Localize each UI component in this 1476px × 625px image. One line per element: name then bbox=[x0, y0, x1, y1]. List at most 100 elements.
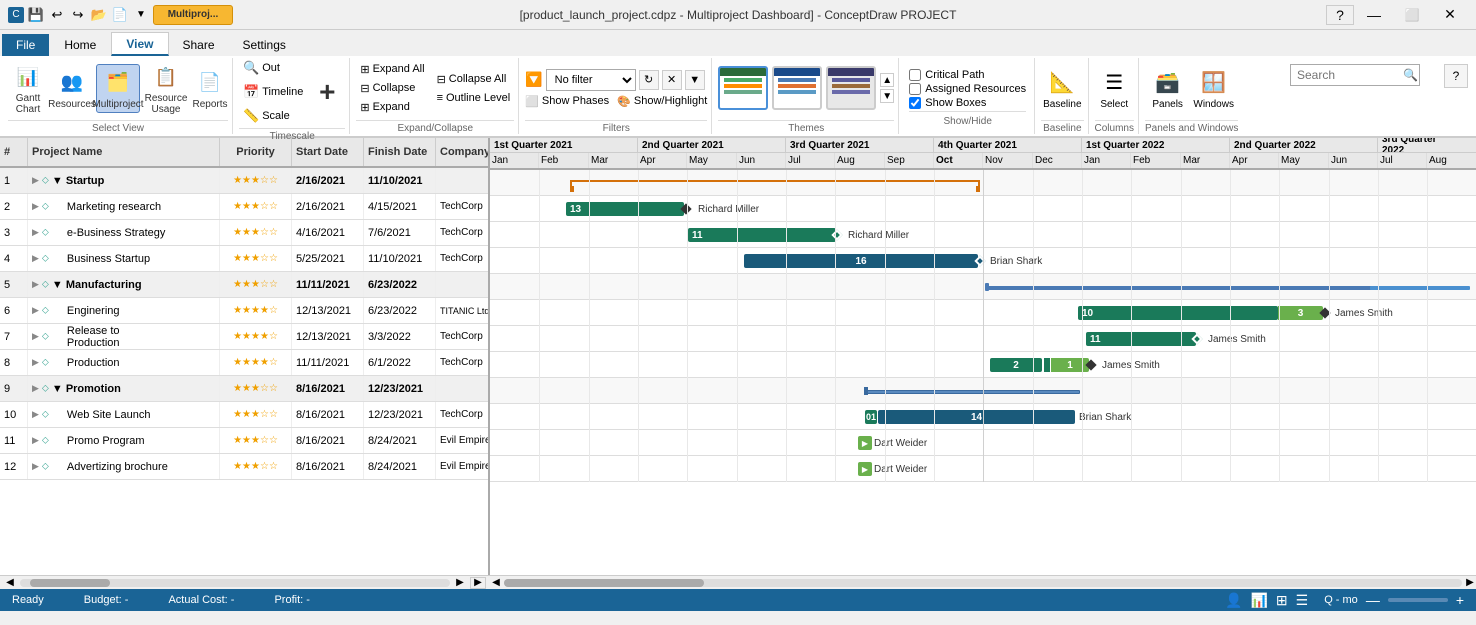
cell-company: TechCorp bbox=[436, 246, 488, 271]
gantt-bar-business[interactable]: 16 bbox=[744, 254, 978, 268]
table-row[interactable]: 4 ▶ ⬦ Business Startup ★★★☆☆ 5/25/2021 1… bbox=[0, 246, 488, 272]
gantt-row-1 bbox=[490, 170, 1476, 196]
show-phases-btn[interactable]: ⬜Show Phases bbox=[525, 95, 609, 108]
status-resource-btn[interactable]: 👤 bbox=[1225, 592, 1242, 609]
timescale-out-btn[interactable]: 🔍Out bbox=[239, 58, 307, 78]
gantt-bar-engineering[interactable]: 10 bbox=[1078, 306, 1278, 320]
gantt-bar-website[interactable]: 14 bbox=[878, 410, 1075, 424]
scroll-right-btn[interactable]: ▶ bbox=[454, 578, 466, 588]
critical-path-checkbox[interactable] bbox=[909, 69, 921, 81]
expand-panel-btn[interactable]: ▶ bbox=[470, 577, 486, 589]
qat-open[interactable]: 📂 bbox=[90, 6, 108, 24]
status-list-btn[interactable]: ☰ bbox=[1296, 592, 1309, 609]
qat-save[interactable]: 💾 bbox=[27, 6, 45, 24]
tab-settings[interactable]: Settings bbox=[229, 34, 300, 56]
scroll-left-btn[interactable]: ◀ bbox=[4, 578, 16, 588]
qat-undo[interactable]: ↩ bbox=[48, 6, 66, 24]
table-row[interactable]: 10 ▶ ⬦ Web Site Launch ★★★☆☆ 8/16/2021 1… bbox=[0, 402, 488, 428]
baseline-btn[interactable]: 📐 Baseline bbox=[1041, 65, 1083, 112]
assigned-resources-checkbox[interactable] bbox=[909, 83, 921, 95]
zoom-slider[interactable] bbox=[1388, 598, 1448, 602]
tab-view[interactable]: View bbox=[111, 32, 168, 56]
zoom-in-status-btn[interactable]: + bbox=[1456, 592, 1464, 608]
gantt-chart-btn[interactable]: 📊 Gantt Chart bbox=[8, 59, 48, 117]
qat-new[interactable]: 📄 bbox=[111, 6, 129, 24]
gantt-bar-release[interactable]: 11 bbox=[1086, 332, 1196, 346]
theme-2-btn[interactable] bbox=[772, 66, 822, 110]
quarter-label: 2nd Quarter 2021 bbox=[638, 138, 786, 152]
month-label: May bbox=[687, 153, 737, 168]
show-highlight-btn[interactable]: 🎨Show/Highlight bbox=[617, 95, 707, 108]
gantt-bar-marketing[interactable]: 13 bbox=[566, 202, 684, 216]
tab-home[interactable]: Home bbox=[49, 34, 111, 56]
close-btn[interactable]: ✕ bbox=[1432, 5, 1468, 25]
qat-redo[interactable]: ↪ bbox=[69, 6, 87, 24]
reports-btn[interactable]: 📄 Reports bbox=[192, 65, 228, 112]
cell-num: 3 bbox=[0, 220, 28, 245]
timescale-timeline-btn[interactable]: 📅Timeline bbox=[239, 82, 307, 102]
month-label: Jan bbox=[1082, 153, 1131, 168]
cell-finish: 8/24/2021 bbox=[364, 428, 436, 453]
zoom-in-btn[interactable]: + bbox=[309, 66, 345, 118]
gantt-scroll-left-btn[interactable]: ◀ bbox=[490, 578, 502, 588]
status-chart-btn[interactable]: 📊 bbox=[1250, 592, 1267, 609]
filter-options-btn[interactable]: ▼ bbox=[685, 70, 705, 90]
gantt-bar-production[interactable]: 2 bbox=[990, 358, 1042, 372]
windows-btn[interactable]: 🪟 Windows bbox=[1192, 65, 1236, 112]
collapse-all-btn[interactable]: ⊟Collapse All bbox=[433, 71, 515, 88]
gantt-bar-ebusiness[interactable]: 11 bbox=[688, 228, 836, 242]
table-row[interactable]: 6 ▶ ⬦ Enginering ★★★★☆ 12/13/2021 6/23/2… bbox=[0, 298, 488, 324]
clear-filter-btn[interactable]: ✕ bbox=[662, 70, 682, 90]
col-header-num: # bbox=[0, 138, 28, 166]
table-row[interactable]: 9 ▶ ⬦ ▼ Promotion ★★★☆☆ 8/16/2021 12/23/… bbox=[0, 376, 488, 402]
themes-scroll-btn[interactable]: ▲ ▼ bbox=[880, 73, 894, 103]
minimize-btn[interactable]: — bbox=[1356, 5, 1392, 25]
cell-num: 2 bbox=[0, 194, 28, 219]
select-btn[interactable]: ☰ Select bbox=[1096, 65, 1132, 112]
table-row[interactable]: 12 ▶ ⬦ Advertizing brochure ★★★☆☆ 8/16/2… bbox=[0, 454, 488, 480]
gantt-scroll-right-btn[interactable]: ▶ bbox=[1464, 578, 1476, 588]
theme-1-btn[interactable] bbox=[718, 66, 768, 110]
status-budget: Budget: - bbox=[84, 594, 129, 606]
expand-btn[interactable]: ⊞Expand bbox=[356, 99, 428, 116]
h-scrollbar-track[interactable] bbox=[20, 579, 450, 587]
qat-more[interactable]: ▼ bbox=[132, 6, 150, 24]
timescale-scale-btn[interactable]: 📏Scale bbox=[239, 106, 307, 126]
tab-share[interactable]: Share bbox=[169, 34, 229, 56]
show-boxes-checkbox[interactable] bbox=[909, 97, 921, 109]
gantt-h-scrollbar-thumb[interactable] bbox=[504, 579, 704, 587]
month-label: Jan bbox=[490, 153, 539, 168]
cell-name: ▶ ⬦ Production bbox=[28, 350, 220, 375]
outline-level-btn[interactable]: ≡Outline Level bbox=[433, 90, 515, 106]
table-row[interactable]: 2 ▶ ⬦ Marketing research ★★★☆☆ 2/16/2021… bbox=[0, 194, 488, 220]
search-help-icon[interactable]: ? bbox=[1444, 64, 1468, 88]
scrollbar-area: ◀ ▶ ▶ ◀ ▶ bbox=[0, 575, 1476, 589]
filter-select[interactable]: No filter bbox=[546, 69, 636, 91]
month-label: Jun bbox=[737, 153, 786, 168]
resource-usage-btn[interactable]: 📋 Resource Usage bbox=[144, 59, 188, 117]
resources-btn[interactable]: 👥 Resources bbox=[52, 65, 92, 112]
zoom-out-btn[interactable]: — bbox=[1366, 592, 1380, 608]
table-row[interactable]: 7 ▶ ⬦ Release toProduction ★★★★☆ 12/13/2… bbox=[0, 324, 488, 350]
table-row[interactable]: 3 ▶ ⬦ e-Business Strategy ★★★☆☆ 4/16/202… bbox=[0, 220, 488, 246]
refresh-filter-btn[interactable]: ↻ bbox=[639, 70, 659, 90]
h-scrollbar-thumb[interactable] bbox=[30, 579, 110, 587]
status-grid-btn[interactable]: ⊞ bbox=[1276, 592, 1288, 609]
gantt-h-scrollbar-track[interactable] bbox=[504, 579, 1462, 587]
collapse-btn[interactable]: ⊟Collapse bbox=[356, 80, 428, 97]
cell-priority: ★★★☆☆ bbox=[220, 220, 292, 245]
search-input[interactable] bbox=[1290, 64, 1420, 86]
multiproject-btn[interactable]: 🗂️ Multiproject bbox=[96, 64, 140, 113]
panels-btn[interactable]: 🗃️ Panels bbox=[1148, 65, 1188, 112]
restore-btn[interactable]: ⬜ bbox=[1394, 5, 1430, 25]
theme-3-btn[interactable] bbox=[826, 66, 876, 110]
columns-label: Columns bbox=[1095, 120, 1134, 134]
table-row[interactable]: 8 ▶ ⬦ Production ★★★★☆ 11/11/2021 6/1/20… bbox=[0, 350, 488, 376]
table-row[interactable]: 11 ▶ ⬦ Promo Program ★★★☆☆ 8/16/2021 8/2… bbox=[0, 428, 488, 454]
table-row[interactable]: 5 ▶ ⬦ ▼ Manufacturing ★★★☆☆ 11/11/2021 6… bbox=[0, 272, 488, 298]
table-row[interactable]: 1 ▶ ⬦ ▼ Startup ★★★☆☆ 2/16/2021 11/10/20… bbox=[0, 168, 488, 194]
help-btn[interactable]: ? bbox=[1326, 5, 1354, 25]
qat-multiproject[interactable]: Multiproj... bbox=[153, 5, 233, 25]
expand-all-btn[interactable]: ⊞Expand All bbox=[356, 61, 428, 78]
tab-file[interactable]: File bbox=[2, 34, 49, 56]
